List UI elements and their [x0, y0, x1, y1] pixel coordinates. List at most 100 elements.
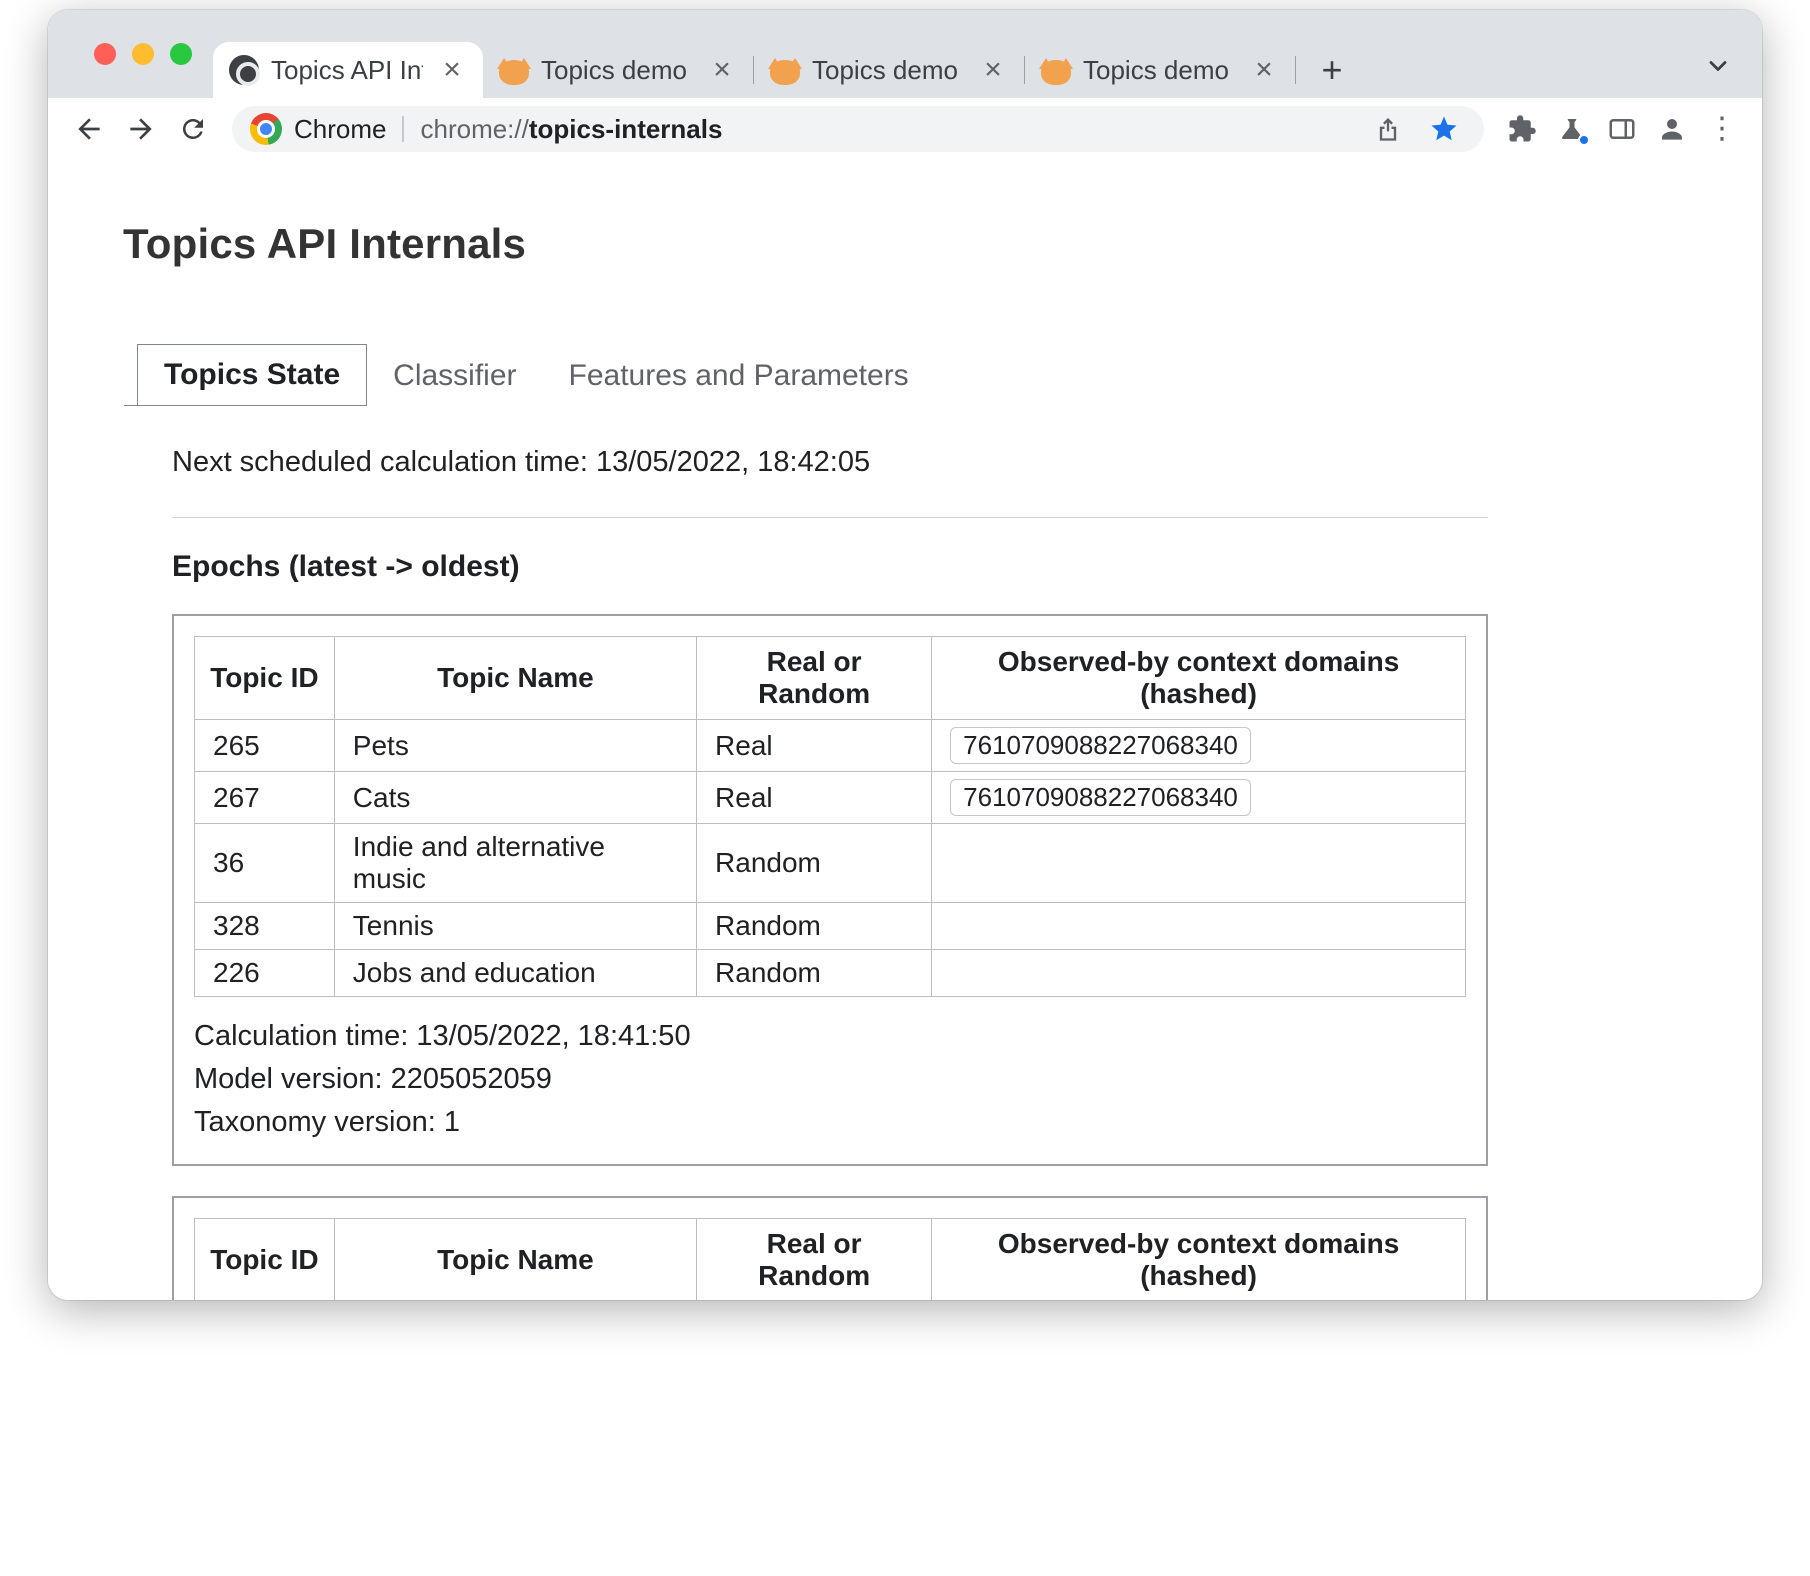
topics-state-panel: Next scheduled calculation time: 13/05/2…: [172, 446, 1488, 1300]
observed-domains-cell: [932, 903, 1466, 950]
table-row: 328TennisRandom: [195, 903, 1466, 950]
bookmark-star-icon[interactable]: [1422, 107, 1466, 151]
tab-features-and-parameters[interactable]: Features and Parameters: [543, 346, 935, 406]
tab-title: Topics demo: [812, 55, 964, 86]
topic-id-cell: 328: [195, 903, 335, 950]
address-bar[interactable]: Chrome chrome://topics-internals: [232, 106, 1484, 152]
browser-tab-topics-demo-2[interactable]: Topics demo ×: [754, 42, 1024, 98]
real-or-random-cell: Real: [697, 720, 932, 772]
epoch-container: Topic IDTopic NameReal or RandomObserved…: [172, 614, 1488, 1166]
page-content: Topics API Internals Topics State Classi…: [48, 160, 1762, 1300]
cat-favicon-icon: [1041, 60, 1071, 85]
table-row: 267CatsReal 7610709088227068340: [195, 772, 1466, 824]
topics-table: Topic IDTopic NameReal or RandomObserved…: [194, 1218, 1466, 1300]
next-scheduled-calculation-time: Next scheduled calculation time: 13/05/2…: [172, 446, 1488, 479]
topic-id-cell: 267: [195, 772, 335, 824]
close-tab-icon[interactable]: ×: [976, 53, 1010, 87]
window-controls: [48, 10, 213, 98]
column-header: Real or Random: [697, 637, 932, 720]
domain-hash-box: 7610709088227068340: [950, 727, 1251, 764]
topic-name-cell: Tennis: [334, 903, 696, 950]
real-or-random-cell: Random: [697, 903, 932, 950]
zoom-window-button[interactable]: [170, 43, 192, 65]
extensions-puzzle-icon[interactable]: [1500, 107, 1544, 151]
tab-title: Topics API Internals: [271, 55, 423, 86]
new-tab-button[interactable]: +: [1310, 48, 1354, 92]
page-tab-bar: Topics State Classifier Features and Par…: [137, 344, 1687, 406]
omnibox-separator: [402, 116, 404, 142]
column-header: Topic ID: [195, 1218, 335, 1300]
close-tab-icon[interactable]: ×: [1247, 53, 1281, 87]
url-host: topics-internals: [529, 114, 723, 144]
table-row: 36Indie and alternative musicRandom: [195, 824, 1466, 903]
column-header: Observed-by context domains (hashed): [932, 1218, 1466, 1300]
cat-favicon-icon: [499, 60, 529, 85]
minimize-window-button[interactable]: [132, 43, 154, 65]
close-tab-icon[interactable]: ×: [705, 53, 739, 87]
back-button[interactable]: [66, 106, 112, 152]
column-header: Observed-by context domains (hashed): [932, 637, 1466, 720]
browser-window: Topics API Internals × Topics demo × Top…: [48, 10, 1762, 1300]
tab-title: Topics demo: [541, 55, 693, 86]
column-header: Topic Name: [334, 1218, 696, 1300]
table-row: 265PetsReal 7610709088227068340: [195, 720, 1466, 772]
column-header: Real or Random: [697, 1218, 932, 1300]
real-or-random-cell: Random: [697, 950, 932, 997]
column-header: Topic ID: [195, 637, 335, 720]
browser-tab-topics-demo-1[interactable]: Topics demo ×: [483, 42, 753, 98]
url-text[interactable]: chrome://topics-internals: [420, 114, 1354, 145]
table-row: 226Jobs and educationRandom: [195, 950, 1466, 997]
page-title: Topics API Internals: [123, 220, 1687, 268]
topic-id-cell: 36: [195, 824, 335, 903]
table-body: 265PetsReal7610709088227068340267CatsRea…: [195, 720, 1466, 997]
observed-domains-cell: 7610709088227068340: [932, 720, 1466, 772]
domain-hash-box: 7610709088227068340: [950, 779, 1251, 816]
experiments-flask-icon[interactable]: [1550, 107, 1594, 151]
side-panel-icon[interactable]: [1600, 107, 1644, 151]
topic-name-cell: Jobs and education: [334, 950, 696, 997]
close-window-button[interactable]: [94, 43, 116, 65]
forward-button[interactable]: [118, 106, 164, 152]
taxonomy-version: Taxonomy version: 1: [194, 1101, 1466, 1144]
tab-topics-state[interactable]: Topics State: [137, 344, 367, 406]
browser-tab-topics-internals[interactable]: Topics API Internals ×: [213, 42, 483, 98]
observed-domains-cell: [932, 950, 1466, 997]
profile-avatar-icon[interactable]: [1650, 107, 1694, 151]
tab-classifier[interactable]: Classifier: [367, 346, 542, 406]
topic-name-cell: Indie and alternative music: [334, 824, 696, 903]
browser-tab-topics-demo-3[interactable]: Topics demo ×: [1025, 42, 1295, 98]
real-or-random-cell: Random: [697, 824, 932, 903]
epoch-meta: Calculation time: 13/05/2022, 18:41:50Mo…: [194, 1015, 1466, 1144]
column-header: Topic Name: [334, 637, 696, 720]
tab-strip: Topics API Internals × Topics demo × Top…: [48, 10, 1762, 98]
topic-name-cell: Pets: [334, 720, 696, 772]
search-engine-label: Chrome: [294, 114, 386, 145]
topic-id-cell: 226: [195, 950, 335, 997]
table-header-row: Topic IDTopic NameReal or RandomObserved…: [195, 637, 1466, 720]
real-or-random-cell: Real: [697, 772, 932, 824]
observed-domains-cell: [932, 824, 1466, 903]
menu-dots-glyph: ⋮: [1707, 114, 1737, 144]
browser-toolbar: Chrome chrome://topics-internals ⋮: [48, 98, 1762, 160]
browser-menu-icon[interactable]: ⋮: [1700, 107, 1744, 151]
cat-favicon-icon: [770, 60, 800, 85]
topics-internals-favicon-icon: [229, 55, 259, 85]
divider: [172, 517, 1488, 518]
topics-table: Topic IDTopic NameReal or RandomObserved…: [194, 636, 1466, 997]
calculation-time: Calculation time: 13/05/2022, 18:41:50: [194, 1015, 1466, 1058]
topic-name-cell: Cats: [334, 772, 696, 824]
epochs-list: Topic IDTopic NameReal or RandomObserved…: [172, 614, 1488, 1300]
epochs-heading: Epochs (latest -> oldest): [172, 550, 1488, 584]
chrome-logo-icon: [250, 113, 282, 145]
close-tab-icon[interactable]: ×: [435, 53, 469, 87]
tab-separator: [1295, 56, 1296, 84]
tab-search-chevron-icon[interactable]: [1700, 48, 1736, 84]
table-header-row: Topic IDTopic NameReal or RandomObserved…: [195, 1218, 1466, 1300]
topic-id-cell: 265: [195, 720, 335, 772]
share-icon[interactable]: [1366, 107, 1410, 151]
flask-badge-dot: [1578, 134, 1590, 146]
url-scheme: chrome://: [420, 114, 528, 144]
tab-title: Topics demo: [1083, 55, 1235, 86]
observed-domains-cell: 7610709088227068340: [932, 772, 1466, 824]
reload-button[interactable]: [170, 106, 216, 152]
